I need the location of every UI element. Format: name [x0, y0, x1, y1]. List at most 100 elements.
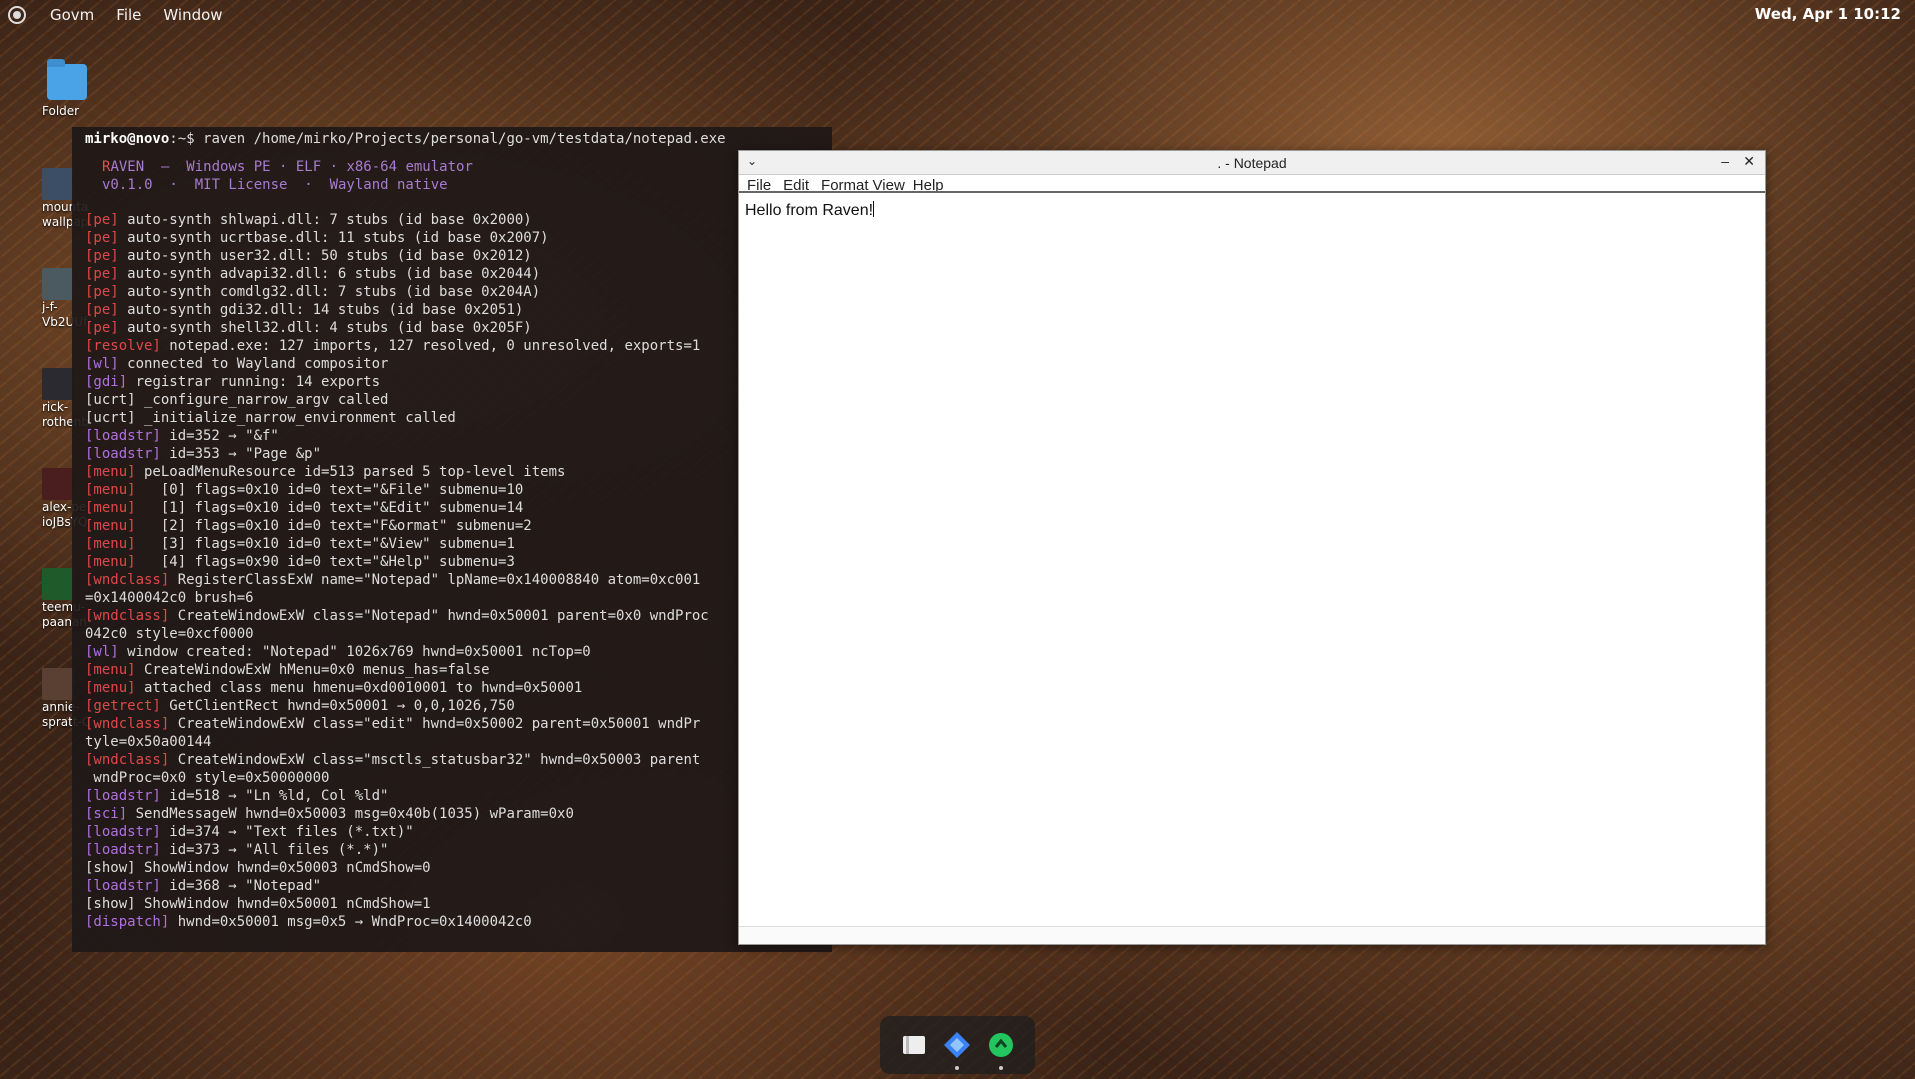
- log-text: connected to Wayland compositor: [118, 356, 389, 372]
- log-text: CreateWindowExW class="msctls_statusbar3…: [169, 752, 701, 768]
- notepad-window[interactable]: ⌄ . - Notepad – ✕ File Edit Format View …: [738, 150, 1766, 945]
- log-tag: [dispatch]: [85, 914, 170, 930]
- log-tag: [wl]: [85, 356, 119, 372]
- log-text: id=353 → "Page &p": [160, 446, 322, 462]
- terminal-log-line: [wl] connected to Wayland compositor: [72, 355, 832, 373]
- image-thumbnail-icon: [42, 668, 74, 700]
- terminal-log-line: [pe] auto-synth shlwapi.dll: 7 stubs (id…: [72, 211, 832, 229]
- log-tag: [menu]: [85, 680, 136, 696]
- terminal-command: raven /home/mirko/Projects/personal/go-v…: [203, 131, 726, 147]
- log-tag: [menu]: [85, 500, 136, 516]
- log-tag: [pe]: [85, 248, 119, 264]
- terminal-log-line: wndProc=0x0 style=0x50000000: [72, 769, 832, 787]
- notepad-titlebar[interactable]: ⌄ . - Notepad – ✕: [739, 151, 1765, 175]
- menu-edit[interactable]: Edit: [783, 175, 809, 191]
- log-tag: [loadstr]: [85, 842, 161, 858]
- topbar-menu-file[interactable]: File: [116, 6, 141, 24]
- terminal-log-line: [loadstr] id=353 → "Page &p": [72, 445, 832, 463]
- log-text: [show] ShowWindow hwnd=0x50003 nCmdShow=…: [85, 860, 431, 876]
- notepad-title: . - Notepad: [1217, 155, 1287, 171]
- log-tag: [pe]: [85, 266, 119, 282]
- desktop-icon-label: Folder: [42, 104, 80, 118]
- log-tag: [wndclass]: [85, 608, 170, 624]
- close-icon[interactable]: ✕: [1743, 153, 1755, 170]
- log-tag: [menu]: [85, 662, 136, 678]
- log-text: SendMessageW hwnd=0x50003 msg=0x40b(1035…: [127, 806, 574, 822]
- terminal-log-line: [dispatch] hwnd=0x50001 msg=0x5 → WndPro…: [72, 913, 832, 931]
- dock-item-files[interactable]: [899, 1030, 929, 1060]
- log-text: registrar running: 14 exports: [127, 374, 381, 390]
- log-text: RegisterClassExW name="Notepad" lpName=0…: [169, 572, 701, 588]
- clock[interactable]: Wed, Apr 1 10:12: [1755, 5, 1901, 23]
- menu-format[interactable]: Format: [821, 175, 869, 191]
- terminal-log-line: [loadstr] id=373 → "All files (*.*)": [72, 841, 832, 859]
- notepad-text-area[interactable]: Hello from Raven!: [743, 197, 1763, 924]
- log-text: peLoadMenuResource id=513 parsed 5 top-l…: [135, 464, 566, 480]
- terminal-log-line: [gdi] registrar running: 14 exports: [72, 373, 832, 391]
- minimize-icon[interactable]: –: [1721, 153, 1729, 169]
- terminal-log-line: [menu] [0] flags=0x10 id=0 text="&File" …: [72, 481, 832, 499]
- banner-text-1: AVEN — Windows PE · ELF · x86-64 emulato…: [110, 159, 473, 175]
- terminal-window[interactable]: mirko@novo:~$ raven /home/mirko/Projects…: [72, 127, 832, 952]
- notepad-statusbar: [739, 926, 1765, 944]
- log-text: attached class menu hmenu=0xd0010001 to …: [135, 680, 583, 696]
- log-tag: [pe]: [85, 230, 119, 246]
- image-thumbnail-icon: [42, 268, 74, 300]
- log-text: auto-synth user32.dll: 50 stubs (id base…: [118, 248, 532, 264]
- log-tag: [sci]: [85, 806, 128, 822]
- log-text: id=518 → "Ln %ld, Col %ld": [160, 788, 389, 804]
- log-text: 042c0 style=0xcf0000: [85, 626, 254, 642]
- log-text: auto-synth advapi32.dll: 6 stubs (id bas…: [118, 266, 541, 282]
- terminal-log-line: [sci] SendMessageW hwnd=0x50003 msg=0x40…: [72, 805, 832, 823]
- menu-view[interactable]: View: [873, 175, 905, 191]
- terminal-log-line: [menu] [1] flags=0x10 id=0 text="&Edit" …: [72, 499, 832, 517]
- desktop-icon-folder[interactable]: Folder: [42, 59, 102, 119]
- terminal-log-line: [menu] CreateWindowExW hMenu=0x0 menus_h…: [72, 661, 832, 679]
- log-text: [4] flags=0x90 id=0 text="&Help" submenu…: [135, 554, 515, 570]
- log-tag: [menu]: [85, 482, 136, 498]
- log-tag: [loadstr]: [85, 824, 161, 840]
- terminal-log-line: [loadstr] id=374 → "Text files (*.txt)": [72, 823, 832, 841]
- log-tag: [getrect]: [85, 698, 161, 714]
- image-thumbnail-icon: [42, 568, 74, 600]
- menu-help[interactable]: Help: [913, 175, 944, 191]
- log-tag: [wl]: [85, 644, 119, 660]
- log-text: auto-synth comdlg32.dll: 7 stubs (id bas…: [118, 284, 541, 300]
- menu-file[interactable]: File: [747, 175, 771, 191]
- log-text: [show] ShowWindow hwnd=0x50001 nCmdShow=…: [85, 896, 431, 912]
- image-thumbnail-icon: [42, 168, 74, 200]
- dock-item-app[interactable]: [986, 1030, 1016, 1070]
- log-text: [ucrt] _initialize_narrow_environment ca…: [85, 410, 456, 426]
- image-thumbnail-icon: [42, 368, 74, 400]
- log-text: =0x1400042c0 brush=6: [85, 590, 254, 606]
- log-text: wndProc=0x0 style=0x50000000: [85, 770, 330, 786]
- log-tag: [menu]: [85, 536, 136, 552]
- terminal-log-line: [menu] [2] flags=0x10 id=0 text="F&ormat…: [72, 517, 832, 535]
- banner-line-2: v0.1.0 · MIT License · Wayland native: [102, 177, 448, 193]
- log-text: auto-synth gdi32.dll: 14 stubs (id base …: [118, 302, 524, 318]
- log-tag: [wndclass]: [85, 572, 170, 588]
- dock-item-vscode[interactable]: [942, 1030, 972, 1070]
- top-bar: Govm File Window Wed, Apr 1 10:12: [0, 0, 1915, 29]
- notepad-content: Hello from Raven!: [745, 202, 874, 219]
- terminal-log-line: [menu] attached class menu hmenu=0xd0010…: [72, 679, 832, 697]
- terminal-log-line: [pe] auto-synth user32.dll: 50 stubs (id…: [72, 247, 832, 265]
- system-logo-icon[interactable]: [8, 5, 26, 24]
- log-tag: [menu]: [85, 518, 136, 534]
- terminal-log-line: [wndclass] CreateWindowExW class="msctls…: [72, 751, 832, 769]
- log-tag: [pe]: [85, 284, 119, 300]
- log-text: [2] flags=0x10 id=0 text="F&ormat" subme…: [135, 518, 532, 534]
- terminal-log-line: tyle=0x50a00144: [72, 733, 832, 751]
- log-text: auto-synth ucrtbase.dll: 11 stubs (id ba…: [118, 230, 549, 246]
- log-text: [ucrt] _configure_narrow_argv called: [85, 392, 389, 408]
- dock: [880, 1016, 1035, 1074]
- terminal-log-line: [resolve] notepad.exe: 127 imports, 127 …: [72, 337, 832, 355]
- terminal-log-line: [show] ShowWindow hwnd=0x50001 nCmdShow=…: [72, 895, 832, 913]
- log-text: hwnd=0x50001 msg=0x5 → WndProc=0x1400042…: [169, 914, 532, 930]
- topbar-menu-window[interactable]: Window: [163, 6, 222, 24]
- image-thumbnail-icon: [42, 468, 74, 500]
- topbar-menu-govm[interactable]: Govm: [50, 6, 94, 24]
- running-indicator: [999, 1066, 1004, 1070]
